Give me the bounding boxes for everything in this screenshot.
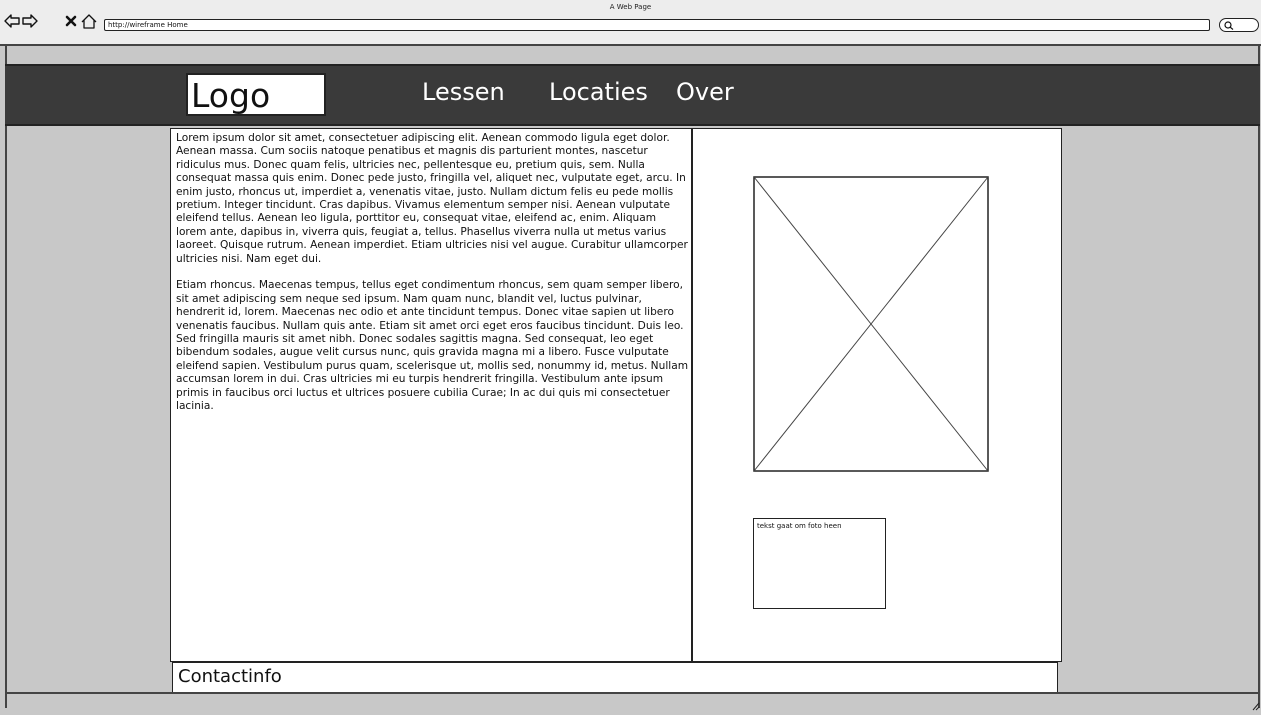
resize-grip-icon[interactable] (1251, 696, 1260, 711)
image-placeholder (753, 176, 989, 472)
browser-search-field[interactable] (1219, 18, 1259, 32)
main-text-panel: Lorem ipsum dolor sit amet, consectetuer… (170, 128, 692, 662)
nav-link-lessen[interactable]: Lessen (422, 78, 505, 106)
close-icon[interactable] (62, 12, 80, 30)
page-gap (7, 46, 1258, 65)
page-border-left (5, 46, 7, 708)
body-paragraph: Lorem ipsum dolor sit amet, consectetuer… (176, 132, 688, 265)
nav-link-locaties[interactable]: Locaties (549, 78, 648, 106)
footer-contact[interactable]: Contactinfo (172, 662, 1058, 693)
url-bar[interactable]: http://wireframe Home (104, 19, 1210, 31)
window-title: A Web Page (609, 3, 652, 11)
back-arrow-icon[interactable] (3, 12, 21, 30)
forward-arrow-icon[interactable] (21, 12, 39, 30)
search-icon (1224, 21, 1234, 30)
image-caption-box: tekst gaat om foto heen (753, 518, 886, 609)
logo[interactable]: Logo (186, 73, 326, 116)
body-paragraph: Etiam rhoncus. Maecenas tempus, tellus e… (176, 279, 689, 413)
page-border-bottom (5, 692, 1260, 694)
nav-link-over[interactable]: Over (676, 78, 734, 106)
browser-chrome: A Web Page http://wireframe Home (0, 0, 1261, 46)
page-border-right (1258, 46, 1260, 708)
home-icon[interactable] (80, 12, 98, 30)
